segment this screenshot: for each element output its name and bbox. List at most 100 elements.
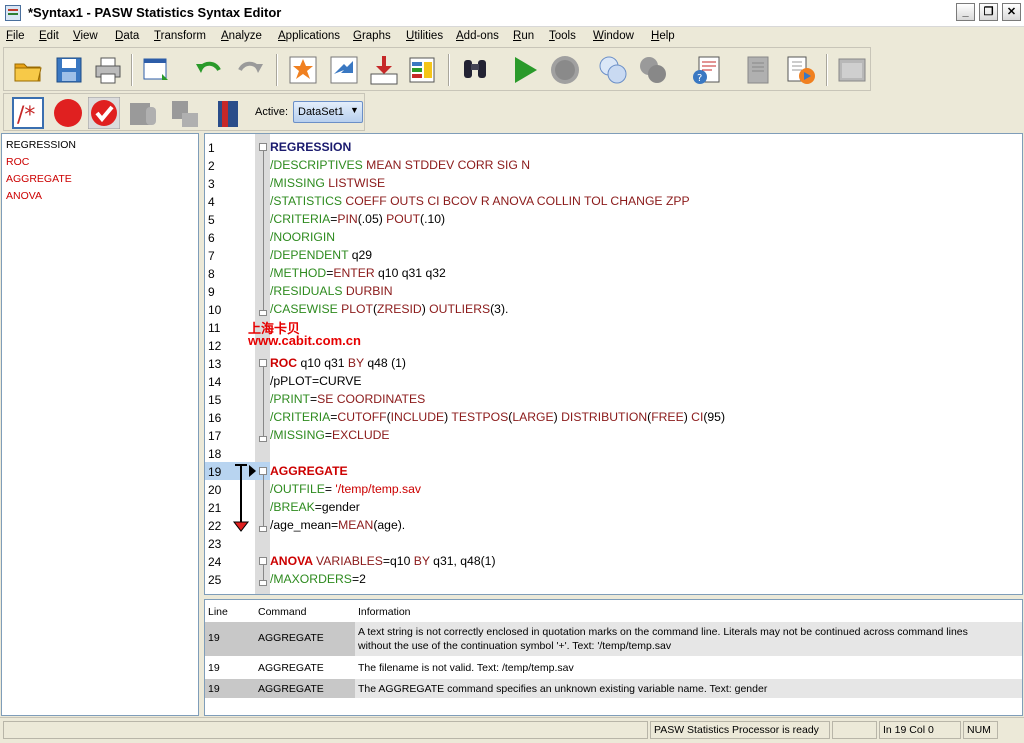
redo-icon[interactable] <box>234 54 266 86</box>
code-line[interactable]: /PRINT=SE COORDINATES <box>270 392 425 406</box>
recall-dialog-icon[interactable] <box>140 54 172 86</box>
minimize-button[interactable]: _ <box>956 3 975 21</box>
split-file-icon[interactable] <box>408 54 440 86</box>
code-line[interactable]: /MAXORDERS=2 <box>270 572 366 586</box>
run-selection-icon[interactable] <box>509 54 541 86</box>
code-line[interactable]: /DESCRIPTIVES MEAN STDDEV CORR SIG N <box>270 158 530 172</box>
line-number: 18 <box>208 447 222 461</box>
goto-variable-icon[interactable] <box>328 54 360 86</box>
code-line[interactable]: /METHOD=ENTER q10 q31 q32 <box>270 266 446 280</box>
menu-applications[interactable]: Applications <box>278 30 340 42</box>
line-number: 17 <box>208 429 222 443</box>
code-line[interactable]: /CRITERIA=PIN(.05) POUT(.10) <box>270 212 445 226</box>
error-line-cell: 19 <box>208 662 220 674</box>
breakpoint-icon[interactable] <box>52 97 84 129</box>
line-number: 4 <box>208 195 215 209</box>
syntax-editor[interactable]: 1 REGRESSION 2/DESCRIPTIVES MEAN STDDEV CO… <box>204 133 1023 595</box>
nav-item-anova[interactable]: ANOVA <box>6 190 42 202</box>
fold-toggle-icon[interactable] <box>259 143 267 151</box>
bookmark-icon[interactable] <box>212 97 244 129</box>
code-line[interactable]: /MISSING LISTWISE <box>270 176 385 190</box>
line-number: 9 <box>208 285 215 299</box>
line-number: 23 <box>208 537 222 551</box>
insert-variable-icon[interactable] <box>368 54 400 86</box>
hide-circles-icon[interactable] <box>637 54 669 86</box>
code-line[interactable]: ANOVA VARIABLES=q10 BY q31, q48(1) <box>270 554 496 568</box>
restore-button[interactable]: ❐ <box>979 3 998 21</box>
step-through-icon[interactable] <box>170 97 202 129</box>
line-number: 16 <box>208 411 222 425</box>
menu-run[interactable]: Run <box>513 30 534 42</box>
menu-transform[interactable]: Transform <box>154 30 206 42</box>
menu-file[interactable]: File <box>6 30 25 42</box>
line-number: 13 <box>208 357 222 371</box>
goto-case-icon[interactable] <box>287 54 319 86</box>
code-line[interactable]: /NOORIGIN <box>270 230 335 244</box>
designate-window-icon[interactable] <box>836 54 868 86</box>
fold-range-line <box>263 151 264 312</box>
close-button[interactable]: ✕ <box>1002 3 1021 21</box>
menu-graphs[interactable]: Graphs <box>353 30 391 42</box>
code-line[interactable]: /BREAK=gender <box>270 500 360 514</box>
code-line[interactable]: /MISSING=EXCLUDE <box>270 428 390 442</box>
open-folder-icon[interactable] <box>12 54 44 86</box>
syntax-doc-icon[interactable] <box>742 54 774 86</box>
error-info-cell: The AGGREGATE command specifies an unkno… <box>355 679 1022 698</box>
fold-toggle-icon[interactable] <box>259 557 267 565</box>
menu-window[interactable]: Window <box>593 30 634 42</box>
error-row[interactable]: 19 AGGREGATE A text string is not correctl… <box>205 622 1022 656</box>
fold-toggle-icon[interactable] <box>259 359 267 367</box>
code-line[interactable]: ROC q10 q31 BY q48 (1) <box>270 356 406 370</box>
nav-item-regression[interactable]: REGRESSION <box>6 139 76 151</box>
menu-data[interactable]: Data <box>115 30 139 42</box>
code-line[interactable]: AGGREGATE <box>270 464 348 478</box>
find-binoculars-icon[interactable] <box>459 54 491 86</box>
line-number: 19 <box>208 465 222 479</box>
line-number: 22 <box>208 519 222 533</box>
command-navigation-pane: REGRESSION ROC AGGREGATE ANOVA <box>1 133 199 716</box>
col-header-line: Line <box>208 606 228 618</box>
code-line[interactable]: /age_mean=MEAN(age). <box>270 518 405 532</box>
show-circles-icon[interactable] <box>597 54 629 86</box>
error-row[interactable]: 19 AGGREGATE The filename is not valid. Te… <box>205 658 1022 677</box>
print-icon[interactable] <box>92 54 124 86</box>
step-icon[interactable] <box>128 97 160 129</box>
syntax-help-icon[interactable]: ? <box>691 54 723 86</box>
code-line[interactable]: /CASEWISE PLOT(ZRESID) OUTLIERS(3). <box>270 302 508 316</box>
line-number: 25 <box>208 573 222 587</box>
menu-addons[interactable]: Add-ons <box>456 30 499 42</box>
code-line[interactable]: /STATISTICS COEFF OUTS CI BCOV R ANOVA C… <box>270 194 690 208</box>
line-number: 24 <box>208 555 222 569</box>
run-to-end-icon[interactable] <box>784 54 816 86</box>
fold-end-icon <box>259 580 267 586</box>
syntax-app-icon[interactable] <box>5 5 21 21</box>
code-line[interactable]: /RESIDUALS DURBIN <box>270 284 393 298</box>
line-number: 14 <box>208 375 222 389</box>
code-line[interactable]: /DEPENDENT q29 <box>270 248 372 262</box>
code-line[interactable]: /OUTFILE= '/temp/temp.sav <box>270 482 421 496</box>
menu-view[interactable]: View <box>73 30 98 42</box>
menu-utilities[interactable]: Utilities <box>406 30 443 42</box>
comment-toggle-icon[interactable]: /* <box>12 97 44 129</box>
menu-help[interactable]: Help <box>651 30 675 42</box>
validate-check-icon[interactable] <box>88 97 120 129</box>
active-dataset-label: Active: <box>255 106 289 118</box>
code-line[interactable]: REGRESSION <box>270 140 351 154</box>
menu-tools[interactable]: Tools <box>549 30 576 42</box>
stop-processor-icon[interactable] <box>549 54 581 86</box>
line-number: 1 <box>208 141 215 155</box>
code-line[interactable]: /CRITERIA=CUTOFF(INCLUDE) TESTPOS(LARGE)… <box>270 410 725 424</box>
error-row[interactable]: 19 AGGREGATE The AGGREGATE command specifi… <box>205 679 1022 698</box>
save-icon[interactable] <box>53 54 85 86</box>
menu-analyze[interactable]: Analyze <box>221 30 262 42</box>
nav-item-roc[interactable]: ROC <box>6 156 29 168</box>
cursor-position: In 19 Col 0 <box>879 721 961 739</box>
active-dataset-dropdown[interactable]: DataSet1 ▼ <box>293 101 363 123</box>
error-command-cell: AGGREGATE <box>255 679 355 698</box>
code-line[interactable]: /pPLOT=CURVE <box>270 374 362 388</box>
undo-icon[interactable] <box>193 54 225 86</box>
status-blank <box>832 721 877 739</box>
nav-item-aggregate[interactable]: AGGREGATE <box>6 173 72 185</box>
menu-edit[interactable]: Edit <box>39 30 59 42</box>
fold-toggle-icon[interactable] <box>259 467 267 475</box>
